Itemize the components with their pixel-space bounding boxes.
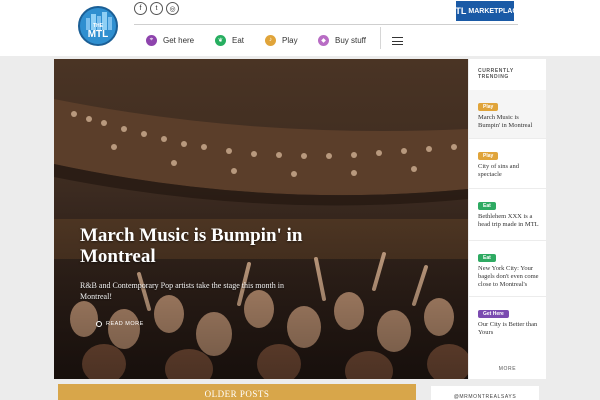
logo-text: MTL: [87, 29, 109, 40]
facebook-icon[interactable]: f: [134, 2, 147, 15]
site-header: THE MTL f t ◎ MTL MARKETPLACE ⌖ Get here…: [0, 0, 600, 56]
trending-item-title: March Music is Bumpin' in Montreal: [478, 114, 533, 129]
circle-arrow-icon: [96, 321, 102, 327]
trending-item-title: Bethlehem XXX is a head trip made in MTL: [478, 213, 539, 228]
trending-heading: CURRENTLY TRENDING: [478, 68, 514, 80]
category-badge: Play: [478, 103, 499, 111]
nav-separator: [380, 27, 381, 49]
site-logo[interactable]: THE MTL: [78, 6, 118, 46]
nav-label: Buy stuff: [335, 35, 366, 45]
play-icon: ♪: [265, 34, 276, 46]
nav-label: Eat: [232, 35, 245, 45]
marketplace-brand: MTL: [447, 6, 467, 16]
trending-heading-line2: TRENDING: [478, 74, 509, 80]
nav-item-play[interactable]: ♪ Play: [265, 33, 298, 47]
hero-subtitle: R&B and Contemporary Pop artists take th…: [80, 281, 284, 301]
nav-divider-line: [134, 24, 518, 25]
shopping-bag-icon: ◆: [318, 34, 329, 46]
nav-item-get-here[interactable]: ⌖ Get here: [146, 33, 194, 47]
nav-item-eat[interactable]: ❦ Eat: [215, 33, 244, 47]
trending-item-title: City of sins and spectacle: [478, 163, 519, 178]
nav-label: Get here: [163, 35, 195, 45]
menu-icon[interactable]: [392, 37, 403, 45]
trending-item[interactable]: Play City of sins and spectacle: [469, 139, 546, 189]
older-posts-button[interactable]: OLDER POSTS: [58, 384, 416, 400]
trending-item[interactable]: Play March Music is Bumpin' in Montreal: [469, 90, 546, 139]
trending-item[interactable]: Get Here Our City is Better than Yours: [469, 297, 546, 342]
hero-title[interactable]: March Music is Bumpin' in Montreal: [80, 225, 340, 267]
read-more-link[interactable]: READ MORE: [90, 318, 150, 330]
nav-item-buy-stuff[interactable]: ◆ Buy stuff: [318, 33, 366, 47]
marketplace-label: MARKETPLACE: [468, 7, 523, 15]
marketplace-button[interactable]: MTL MARKETPLACE: [448, 1, 522, 21]
social-handle[interactable]: @MRMONTREALSAYS: [431, 386, 539, 400]
trending-item-title: Our City is Better than Yours: [478, 321, 538, 336]
trending-item[interactable]: Eat New York City: Your bagels don't eve…: [469, 241, 546, 297]
featured-article[interactable]: March Music is Bumpin' in Montreal R&B a…: [54, 59, 468, 379]
social-links: f t ◎: [134, 2, 179, 15]
category-badge: Get Here: [478, 310, 509, 318]
category-badge: Eat: [478, 202, 496, 210]
more-link[interactable]: MORE: [469, 366, 546, 372]
trending-item[interactable]: Eat Bethlehem XXX is a head trip made in…: [469, 189, 546, 241]
category-badge: Play: [478, 152, 499, 160]
concert-crowd-photo: [54, 59, 468, 379]
twitter-icon[interactable]: t: [150, 2, 163, 15]
location-pin-icon: ⌖: [146, 34, 157, 46]
trending-sidebar: CURRENTLY TRENDING Play March Music is B…: [469, 59, 546, 379]
read-more-label: READ MORE: [106, 321, 144, 327]
category-badge: Eat: [478, 254, 496, 262]
leaf-icon: ❦: [215, 34, 226, 46]
nav-label: Play: [282, 35, 298, 45]
instagram-icon[interactable]: ◎: [166, 2, 179, 15]
trending-item-title: New York City: Your bagels don't even co…: [478, 265, 539, 288]
